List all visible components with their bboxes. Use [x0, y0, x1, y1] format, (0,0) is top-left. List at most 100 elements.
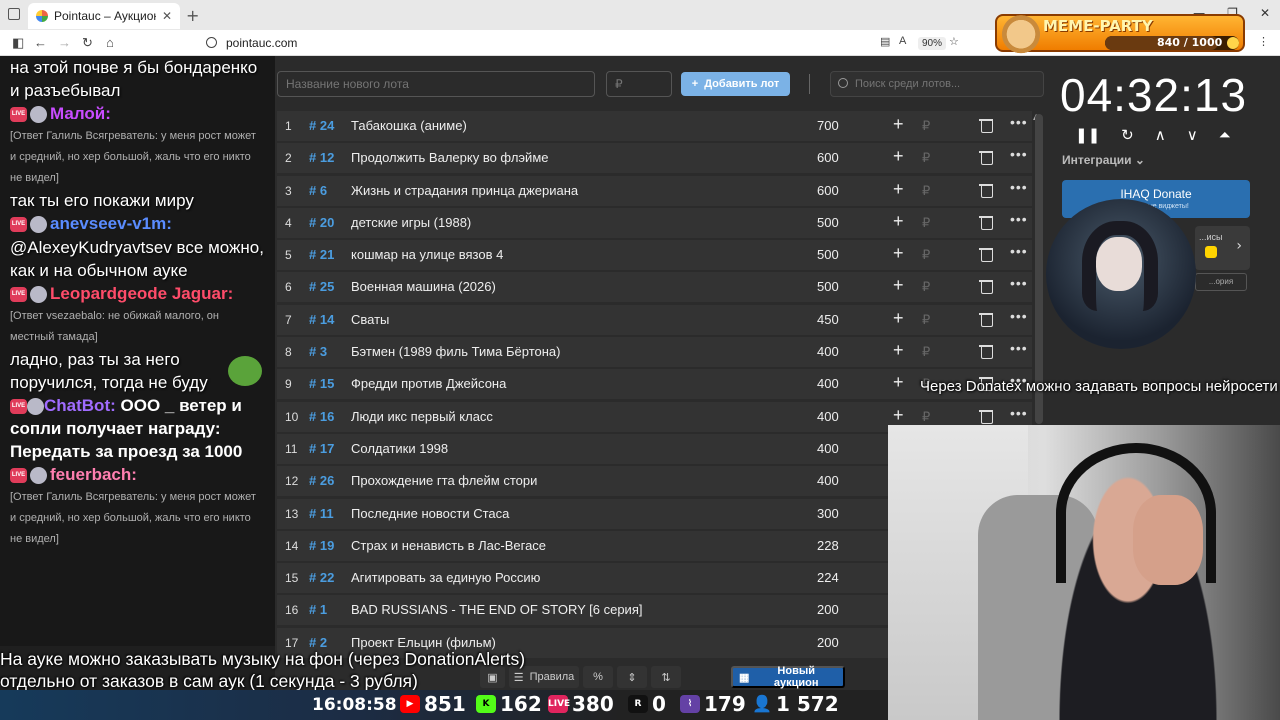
lot-name[interactable]: кошмар на улице вязов 4	[351, 247, 503, 262]
url-text[interactable]: pointauc.com	[226, 36, 297, 50]
search-icon	[838, 78, 848, 88]
more-icon[interactable]: •••	[1010, 405, 1028, 421]
percent-button[interactable]: %	[583, 666, 613, 688]
new-auction-button[interactable]: ▦ Новый аукцион	[731, 665, 845, 689]
user-badge-icon	[30, 105, 47, 123]
more-icon[interactable]: •••	[1010, 114, 1028, 130]
more-icon[interactable]: •••	[1010, 340, 1028, 356]
add-lot-button[interactable]: + Добавить лот	[681, 72, 790, 96]
delete-icon[interactable]	[979, 279, 993, 295]
lot-name[interactable]: Сваты	[351, 312, 389, 327]
browser-menu-icon[interactable]: ⋮	[1258, 35, 1269, 48]
chat-username[interactable]: Малой:	[50, 102, 111, 126]
add-amount-icon[interactable]: +	[893, 372, 904, 393]
lot-name[interactable]: Последние новости Стаса	[351, 506, 509, 521]
ruble-icon[interactable]: ₽	[922, 409, 930, 425]
lot-name[interactable]: Люди икс первый класс	[351, 409, 493, 424]
home-icon[interactable]: ⌂	[106, 35, 114, 50]
sidebar-toggle-icon[interactable]: ◧	[12, 35, 24, 51]
chat-user: LIVE ChatBot: ООО _ ветер и сопли получае…	[0, 394, 275, 463]
avatar-face	[1096, 237, 1142, 291]
browser-tab[interactable]: Pointauc – Аукционы, лотереи ✕	[28, 3, 180, 29]
lot-name[interactable]: Жизнь и страдания принца джериана	[351, 183, 578, 198]
ruble-icon[interactable]: ₽	[922, 150, 930, 166]
add-amount-icon[interactable]: +	[893, 114, 904, 135]
split-icon[interactable]: ⇕	[617, 666, 647, 688]
lot-name[interactable]: детские игры (1988)	[351, 215, 471, 230]
more-icon[interactable]: •••	[1010, 211, 1028, 227]
reader-icon[interactable]: ▤	[880, 35, 890, 48]
site-info-icon[interactable]	[206, 37, 217, 48]
sort-icon[interactable]: ⇅	[651, 666, 681, 688]
forward-icon[interactable]: →	[58, 35, 71, 50]
add-amount-icon[interactable]: +	[893, 308, 904, 329]
history-button[interactable]: ...ория	[1195, 273, 1247, 291]
new-tab-icon[interactable]: +	[186, 6, 199, 25]
delete-icon[interactable]	[979, 409, 993, 424]
lot-search-input[interactable]	[853, 72, 1039, 96]
delete-icon[interactable]	[979, 247, 993, 263]
lot-name[interactable]: Фредди против Джейсона	[351, 376, 506, 391]
timer-up-icon[interactable]: ∧	[1155, 126, 1166, 144]
chat-username[interactable]: ChatBot:	[44, 396, 116, 415]
delete-icon[interactable]	[979, 344, 993, 360]
lot-name[interactable]: Агитировать за единую Россию	[351, 570, 540, 585]
timer-max-icon[interactable]: ⏶	[1219, 126, 1231, 144]
lot-name[interactable]: Продолжить Валерку во флэйме	[351, 150, 548, 165]
auction-timer: 04:32:13	[1060, 69, 1248, 121]
more-icon[interactable]: •••	[1010, 243, 1028, 259]
restart-icon[interactable]: ↻	[1121, 126, 1134, 144]
more-icon[interactable]: •••	[1010, 179, 1028, 195]
tab-close-icon[interactable]: ✕	[162, 9, 172, 23]
lot-name[interactable]: BAD RUSSIANS - THE END OF STORY [6 серия…	[351, 602, 642, 617]
ruble-icon[interactable]: ₽	[922, 215, 930, 231]
new-lot-amount-input[interactable]	[606, 71, 672, 97]
close-window-icon[interactable]: ✕	[1260, 6, 1270, 20]
more-icon[interactable]: •••	[1010, 146, 1028, 162]
bookmark-star-icon[interactable]: ☆	[949, 35, 959, 48]
delete-icon[interactable]	[979, 118, 993, 133]
chat-username[interactable]: Leopardgeode Jaguar:	[50, 282, 233, 306]
lot-id: # 15	[309, 376, 335, 392]
more-icon[interactable]: •••	[1010, 308, 1028, 324]
lot-search[interactable]	[830, 71, 1044, 97]
lot-name[interactable]: Страх и ненависть в Лас-Вегасе	[351, 538, 546, 553]
pause-icon[interactable]: ❚❚	[1075, 126, 1100, 144]
delete-icon[interactable]	[979, 312, 993, 327]
lot-index: 15	[285, 571, 299, 586]
ruble-icon[interactable]: ₽	[922, 279, 930, 295]
back-icon[interactable]: ←	[34, 35, 47, 50]
ruble-icon[interactable]: ₽	[922, 247, 930, 263]
reload-icon[interactable]: ↻	[82, 35, 93, 51]
ruble-icon[interactable]: ₽	[922, 183, 930, 199]
delete-icon[interactable]	[979, 150, 993, 166]
ruble-icon[interactable]: ₽	[922, 344, 930, 360]
ruble-icon[interactable]: ₽	[922, 118, 930, 134]
tab-menu-icon[interactable]	[8, 8, 20, 20]
add-amount-icon[interactable]: +	[893, 179, 904, 200]
translate-icon[interactable]: A	[899, 35, 906, 47]
more-icon[interactable]: •••	[1010, 275, 1028, 291]
lot-name[interactable]: Бэтмен (1989 филь Тима Бёртона)	[351, 344, 560, 359]
integration-logo-icon	[1205, 246, 1217, 258]
delete-icon[interactable]	[979, 183, 993, 198]
integrations-toggle[interactable]: Интеграции ⌄	[1062, 153, 1145, 167]
chat-username[interactable]: anevseev-v1m:	[50, 212, 172, 236]
add-amount-icon[interactable]: +	[893, 340, 904, 361]
lot-name[interactable]: Солдатики 1998	[351, 441, 448, 456]
chat-username[interactable]: feuerbach:	[50, 463, 137, 487]
lot-name[interactable]: Прохождение гта флейм стори	[351, 473, 537, 488]
ruble-icon[interactable]: ₽	[922, 312, 930, 328]
lot-name[interactable]: Военная машина (2026)	[351, 279, 496, 294]
integration-card[interactable]: ...исы ›	[1195, 226, 1250, 270]
add-amount-icon[interactable]: +	[893, 211, 904, 232]
new-lot-name-input[interactable]	[277, 71, 595, 97]
add-amount-icon[interactable]: +	[893, 146, 904, 167]
lot-name[interactable]: Табакошка (аниме)	[351, 118, 467, 133]
add-amount-icon[interactable]: +	[893, 275, 904, 296]
timer-down-icon[interactable]: ∨	[1187, 126, 1198, 144]
add-amount-icon[interactable]: +	[893, 405, 904, 426]
delete-icon[interactable]	[979, 215, 993, 230]
add-amount-icon[interactable]: +	[893, 243, 904, 264]
zoom-level[interactable]: 90%	[918, 37, 947, 50]
